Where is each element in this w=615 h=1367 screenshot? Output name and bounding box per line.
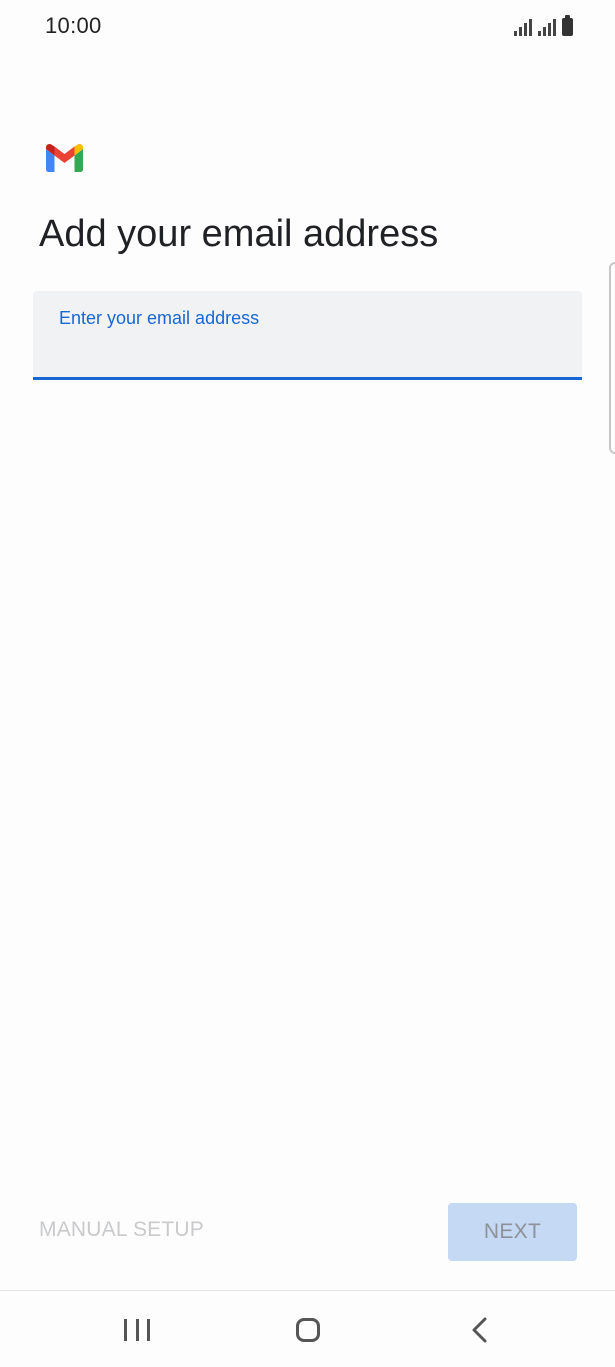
status-bar: 10:00 [0,0,615,52]
email-field-label: Enter your email address [59,308,260,328]
screen: 10:00 Add your email address Enter your … [0,0,615,1367]
home-icon[interactable] [296,1318,320,1342]
page-title: Add your email address [39,213,439,255]
navigation-bar [0,1290,615,1367]
email-input[interactable] [58,337,562,369]
email-field[interactable]: Enter your email address [33,291,582,380]
gmail-logo-icon [46,144,83,172]
edge-panel-handle[interactable] [609,262,615,454]
signal-icon [514,18,532,36]
signal-icon [538,18,556,36]
battery-icon [562,15,573,36]
status-time: 10:00 [45,13,102,38]
manual-setup-button[interactable]: MANUAL SETUP [39,1218,204,1242]
status-icons [514,14,573,36]
recents-icon[interactable] [124,1319,150,1341]
back-icon[interactable] [468,1316,492,1344]
next-button[interactable]: NEXT [448,1203,577,1261]
